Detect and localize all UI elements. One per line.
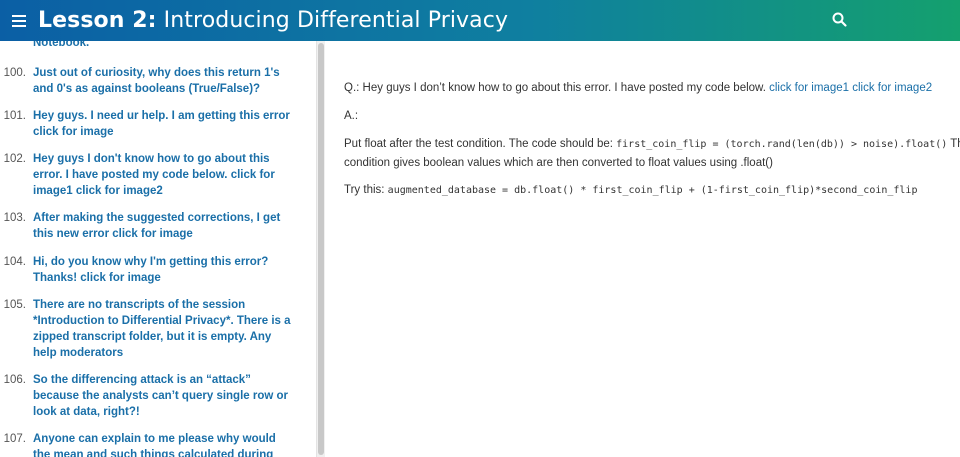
list-item-partial[interactable]: Notebook. bbox=[0, 41, 316, 51]
question-link[interactable]: After making the suggested corrections, … bbox=[33, 210, 293, 242]
page-title: Lesson 2: Introducing Differential Priva… bbox=[38, 8, 508, 33]
menu-button[interactable] bbox=[0, 0, 38, 41]
lesson-number: Lesson 2: bbox=[38, 8, 157, 33]
item-number: 105. bbox=[3, 299, 26, 311]
code-snippet: augmented_database = db.float() * first_… bbox=[387, 185, 918, 196]
code-snippet: first_coin_flip = (torch.rand(len(db)) >… bbox=[616, 139, 948, 150]
search-button[interactable] bbox=[830, 10, 850, 30]
answer-text: Put float after the test condition. The … bbox=[344, 138, 613, 150]
try-text: Try this: bbox=[344, 184, 385, 196]
image2-link[interactable]: click for image2 bbox=[852, 82, 932, 94]
answer-content: Q.: Hey guys I don’t know how to go abou… bbox=[326, 41, 960, 457]
search-icon bbox=[832, 12, 847, 27]
question-link[interactable]: So the differencing attack is an “attack… bbox=[33, 372, 293, 420]
list-item[interactable]: 107. Anyone can explain to me please why… bbox=[0, 431, 316, 457]
list-item[interactable]: 101. Hey guys. I need ur help. I am gett… bbox=[0, 108, 316, 140]
item-number: 104. bbox=[3, 256, 26, 268]
item-number: 101. bbox=[3, 110, 26, 122]
question-link[interactable]: Hey guys. I need ur help. I am getting t… bbox=[33, 108, 293, 140]
question-link[interactable]: Hi, do you know why I'm getting this err… bbox=[33, 254, 293, 286]
try-paragraph: Try this: augmented_database = db.float(… bbox=[344, 181, 917, 200]
item-number: 100. bbox=[3, 67, 26, 79]
answer-paragraph-continued: condition gives boolean values which are… bbox=[344, 157, 773, 169]
question-link[interactable]: Anyone can explain to me please why woul… bbox=[33, 431, 293, 457]
scrollbar-thumb[interactable] bbox=[318, 43, 324, 455]
list-item[interactable]: 105. There are no transcripts of the ses… bbox=[0, 297, 316, 361]
answer-text-tail: The test bbox=[950, 138, 960, 150]
top-bar: Lesson 2: Introducing Differential Priva… bbox=[0, 0, 960, 41]
item-number: 106. bbox=[3, 374, 26, 386]
item-number: 102. bbox=[3, 153, 26, 165]
hamburger-menu-icon bbox=[12, 14, 26, 27]
question-link[interactable]: There are no transcripts of the session … bbox=[33, 297, 293, 361]
item-number: 103. bbox=[3, 212, 26, 224]
question-link[interactable]: Notebook. bbox=[33, 41, 293, 51]
question-link[interactable]: Just out of curiosity, why does this ret… bbox=[33, 65, 293, 97]
question-label: Q.: bbox=[344, 82, 360, 94]
question-list-sidebar: Notebook. 100. Just out of curiosity, wh… bbox=[0, 41, 316, 457]
question-paragraph: Q.: Hey guys I don’t know how to go abou… bbox=[344, 79, 932, 98]
list-item[interactable]: 104. Hi, do you know why I'm getting thi… bbox=[0, 254, 316, 286]
image1-link[interactable]: click for image1 bbox=[769, 82, 849, 94]
sidebar-scrollbar[interactable] bbox=[316, 41, 325, 457]
list-item[interactable]: 103. After making the suggested correcti… bbox=[0, 210, 316, 242]
question-link[interactable]: Hey guys I don't know how to go about th… bbox=[33, 151, 293, 199]
list-item[interactable]: 100. Just out of curiosity, why does thi… bbox=[0, 65, 316, 97]
list-item[interactable]: 106. So the differencing attack is an “a… bbox=[0, 372, 316, 420]
lesson-title: Introducing Differential Privacy bbox=[163, 8, 509, 33]
question-text: Hey guys I don’t know how to go about th… bbox=[362, 82, 766, 94]
answer-paragraph: Put float after the test condition. The … bbox=[344, 135, 960, 154]
answer-label: A.: bbox=[344, 110, 359, 122]
item-number: 107. bbox=[3, 433, 26, 445]
list-item[interactable]: 102. Hey guys I don't know how to go abo… bbox=[0, 151, 316, 199]
